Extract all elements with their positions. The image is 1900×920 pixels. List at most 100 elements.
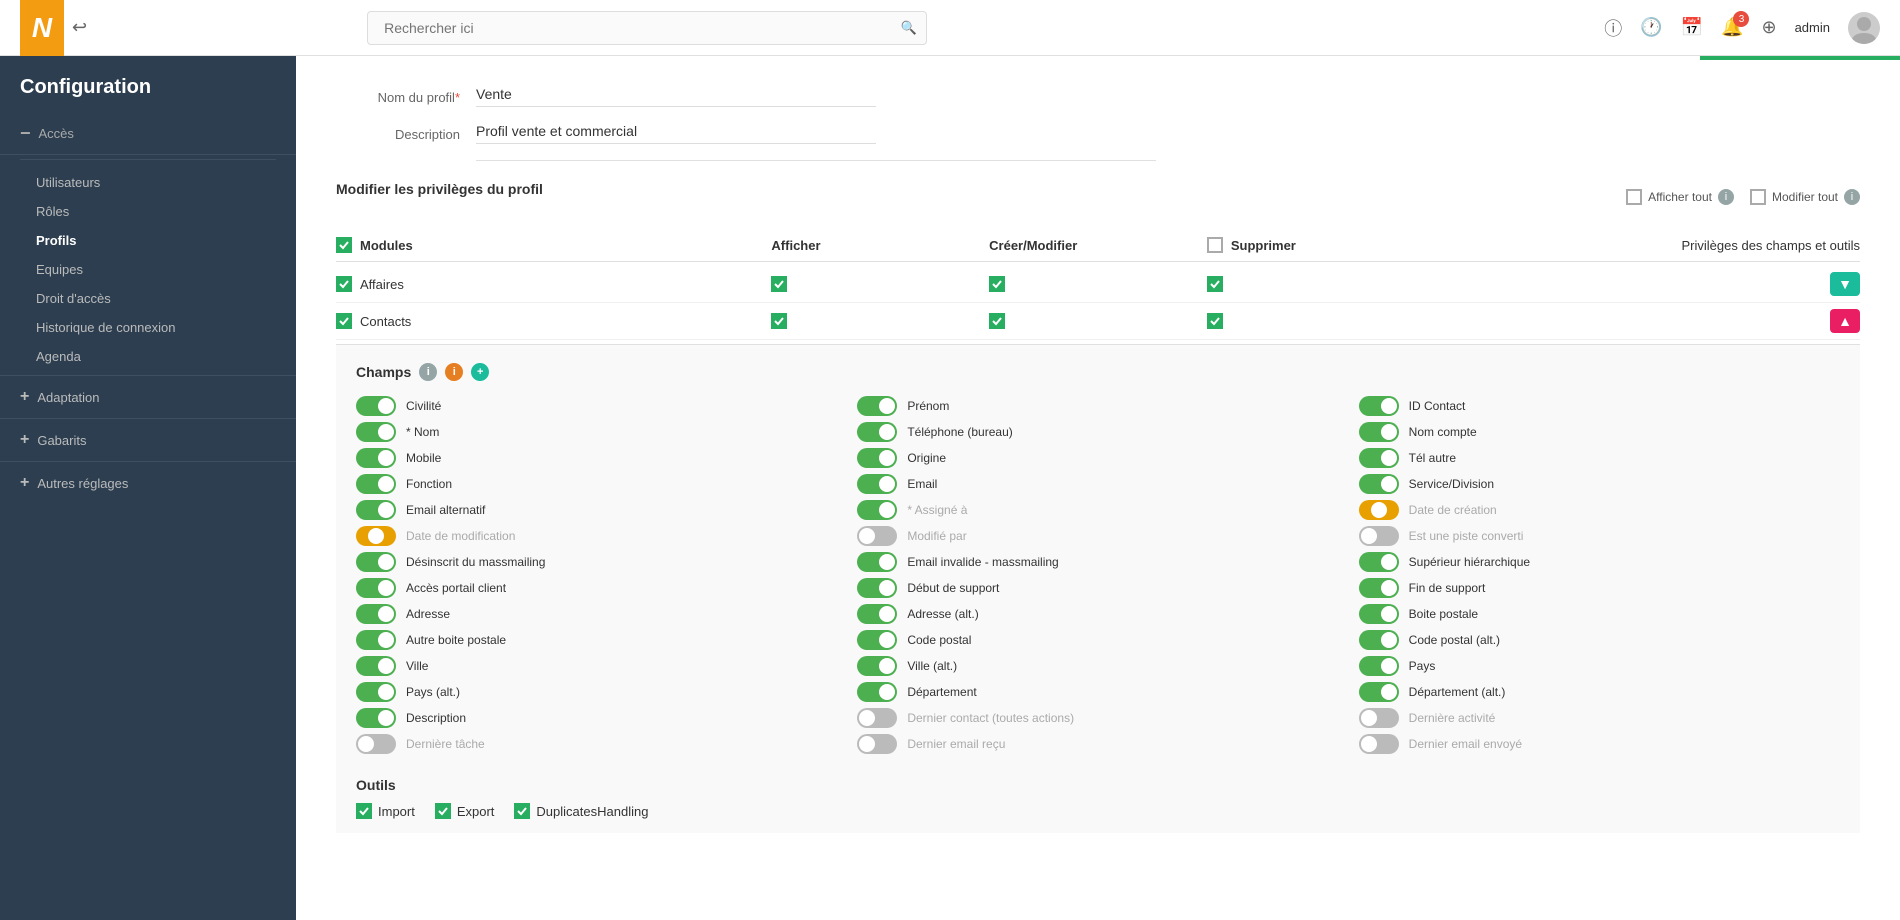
outils-header: Outils [356,777,1840,793]
toggle-autre-boite[interactable] [356,630,396,650]
toggle-id-contact[interactable] [1359,396,1399,416]
sidebar-item-utilisateurs[interactable]: Utilisateurs [36,168,296,197]
modifier-info-icon: i [1844,189,1860,205]
toggle-adresse-alt[interactable] [857,604,897,624]
sidebar-item-gabarits[interactable]: + Gabarits [0,418,296,461]
add-icon[interactable]: ⊕ [1761,17,1776,38]
champs-info-gray[interactable]: i [419,363,437,381]
affaires-afficher-checkbox[interactable] [771,276,787,292]
search-input[interactable] [367,11,927,45]
toggle-modifie-par[interactable] [857,526,897,546]
back-icon[interactable]: ↩ [72,17,87,38]
champs-section: Champs i i + Civilité * Nom [336,344,1860,833]
history-icon[interactable]: 🕐 [1640,17,1662,38]
afficher-tout-label[interactable]: Afficher tout i [1626,189,1734,205]
affaires-checkbox[interactable] [336,276,352,292]
toggle-nom-compte[interactable] [1359,422,1399,442]
toggle-derniere-activite[interactable] [1359,708,1399,728]
toggle-debut-support[interactable] [857,578,897,598]
toggle-tel-autre[interactable] [1359,448,1399,468]
toggle-dernier-email-envoye[interactable] [1359,734,1399,754]
toggle-service[interactable] [1359,474,1399,494]
toggle-email[interactable] [857,474,897,494]
sidebar-item-roles[interactable]: Rôles [36,197,296,226]
sidebar-item-historique[interactable]: Historique de connexion [36,313,296,342]
notifications-icon[interactable]: 🔔 3 [1721,17,1743,38]
toggle-departement-alt[interactable] [1359,682,1399,702]
toggle-email-invalide[interactable] [857,552,897,572]
contacts-supprimer-checkbox[interactable] [1207,313,1223,329]
contacts-collapse-btn[interactable]: ▲ [1830,309,1860,333]
avatar[interactable] [1848,12,1880,44]
duplicates-checkbox[interactable] [514,803,530,819]
champs-info-orange[interactable]: i [445,363,463,381]
import-checkbox[interactable] [356,803,372,819]
sidebar-item-equipes[interactable]: Equipes [36,255,296,284]
topbar-left: ↩ [72,17,87,38]
toggle-fonction[interactable] [356,474,396,494]
toggle-ville[interactable] [356,656,396,676]
toggle-superieur[interactable] [1359,552,1399,572]
toggle-dernier-email-recu[interactable] [857,734,897,754]
affaires-afficher-col [771,276,989,292]
sidebar-adaptation-label: Adaptation [37,390,99,405]
sidebar-item-droits[interactable]: Droit d'accès [36,284,296,313]
toggle-ville-alt[interactable] [857,656,897,676]
afficher-tout-checkbox[interactable] [1626,189,1642,205]
field-civilite: Civilité [356,393,837,419]
toggle-portail[interactable] [356,578,396,598]
affaires-creer-checkbox[interactable] [989,276,1005,292]
toggle-code-postal-alt[interactable] [1359,630,1399,650]
toggle-date-modif[interactable] [356,526,396,546]
toggle-pays-alt[interactable] [356,682,396,702]
calendar-icon[interactable]: 📅 [1681,17,1703,38]
affaires-supprimer-checkbox[interactable] [1207,276,1223,292]
affaires-expand-btn[interactable]: ▼ [1830,272,1860,296]
toggle-tel-bureau[interactable] [857,422,897,442]
toggle-departement[interactable] [857,682,897,702]
toggle-description[interactable] [356,708,396,728]
contacts-afficher-checkbox[interactable] [771,313,787,329]
label-nom-compte: Nom compte [1409,425,1477,439]
toggle-mobile[interactable] [356,448,396,468]
label-dernier-contact: Dernier contact (toutes actions) [907,711,1074,725]
modifier-tout-label[interactable]: Modifier tout i [1750,189,1860,205]
toggle-adresse[interactable] [356,604,396,624]
toggle-code-postal[interactable] [857,630,897,650]
sidebar-item-profils[interactable]: Profils [36,226,296,255]
field-tel-autre: Tél autre [1359,445,1840,471]
toggle-prenom[interactable] [857,396,897,416]
toggle-email-alt[interactable] [356,500,396,520]
sidebar-item-agenda[interactable]: Agenda [36,342,296,371]
toggle-derniere-tache[interactable] [356,734,396,754]
contacts-creer-checkbox[interactable] [989,313,1005,329]
help-icon[interactable]: ⓘ [1604,15,1622,41]
toggle-boite-postale[interactable] [1359,604,1399,624]
toggle-date-creation[interactable] [1359,500,1399,520]
supprimer-header-checkbox[interactable] [1207,237,1223,253]
toggle-dernier-contact[interactable] [857,708,897,728]
toggle-origine[interactable] [857,448,897,468]
label-service: Service/Division [1409,477,1494,491]
toggle-assigne[interactable] [857,500,897,520]
toggle-civilite[interactable] [356,396,396,416]
sidebar-item-adaptation[interactable]: + Adaptation [0,375,296,418]
col-privileges-champs-label: Privilèges des champs et outils [1682,238,1860,253]
fields-grid: Civilité * Nom Mobile Fonction [356,393,1840,757]
outils-import: Import [356,803,415,819]
toggle-fin-support[interactable] [1359,578,1399,598]
sidebar-toggle-acces[interactable]: − Accès [0,113,296,155]
export-checkbox[interactable] [435,803,451,819]
contacts-checkbox[interactable] [336,313,352,329]
champs-info-teal[interactable]: + [471,363,489,381]
modifier-tout-checkbox[interactable] [1750,189,1766,205]
toggle-desinscrit[interactable] [356,552,396,572]
profile-divider [476,160,1156,161]
toggle-nom[interactable] [356,422,396,442]
desc-label: Description [336,123,476,142]
toggle-piste-converti[interactable] [1359,526,1399,546]
sidebar-item-autres[interactable]: + Autres réglages [0,461,296,504]
modules-checkbox[interactable] [336,237,352,253]
field-pays: Pays [1359,653,1840,679]
toggle-pays[interactable] [1359,656,1399,676]
